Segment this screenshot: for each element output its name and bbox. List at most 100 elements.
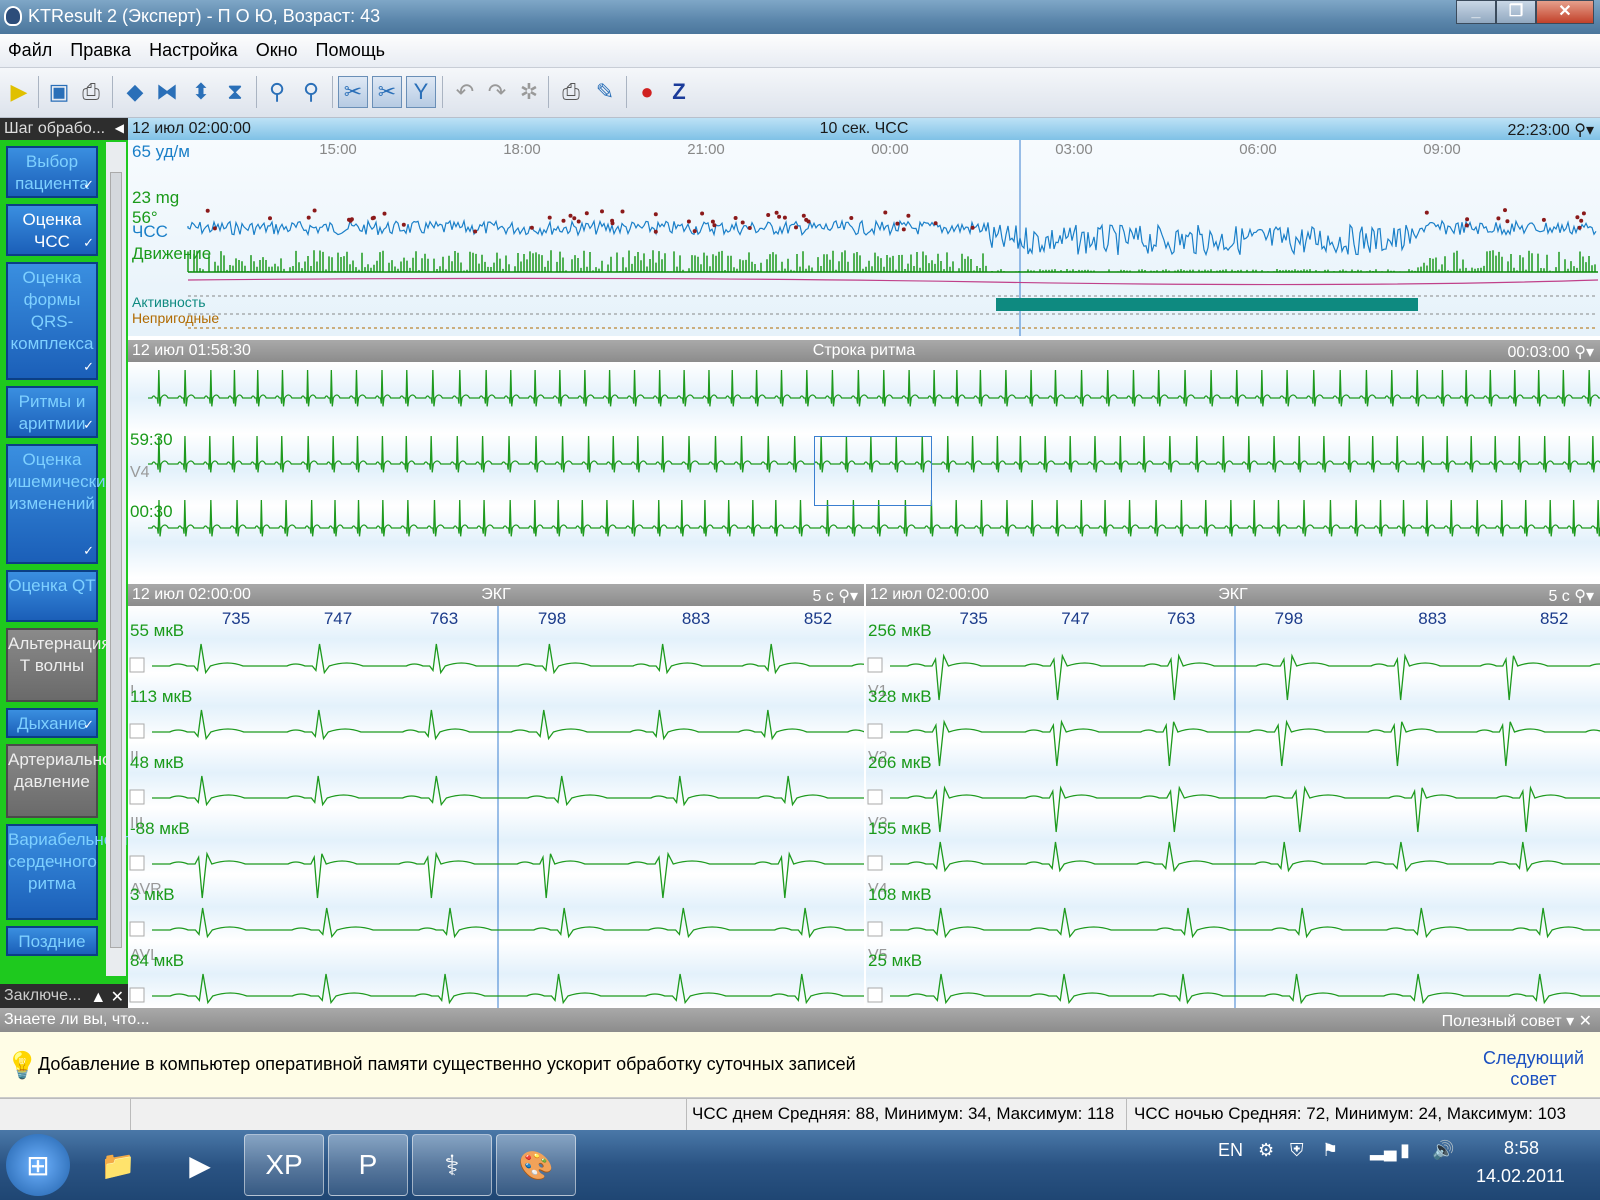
close-icon[interactable]: ▾ ✕ (1566, 1013, 1592, 1030)
volume-icon[interactable]: 🔊 (1432, 1140, 1454, 1161)
powerpoint-icon[interactable]: P (328, 1134, 408, 1196)
step-select-patient[interactable]: Выбор пациента ✓ (6, 146, 98, 198)
minimize-button[interactable]: _ (1456, 0, 1496, 24)
event-marker (801, 213, 806, 218)
status-bar: ЧСС днем Средняя: 88, Минимум: 34, Макси… (0, 1098, 1600, 1131)
step-t-alternans[interactable]: Альтернация Т волны (6, 628, 111, 702)
marker-1-icon[interactable]: ✂ (338, 76, 368, 108)
language-indicator[interactable]: EN (1218, 1140, 1243, 1161)
redo-icon[interactable]: ↷ (482, 76, 512, 108)
signal-icon[interactable]: ▂▄ (1370, 1140, 1397, 1161)
flag-icon[interactable]: ⚑ (1322, 1140, 1338, 1161)
menu-edit[interactable]: Правка (70, 40, 131, 67)
paint-icon[interactable]: 🎨 (496, 1134, 576, 1196)
menu-settings[interactable]: Настройка (149, 40, 238, 67)
check-icon: ✓ (83, 717, 94, 732)
event-marker (1581, 211, 1586, 216)
z-button[interactable]: Z (664, 76, 694, 108)
event-marker (901, 227, 906, 232)
zoom-icon[interactable]: ⚲▾ (1574, 588, 1594, 605)
menu-help[interactable]: Помощь (316, 40, 386, 67)
app-window: KTResult 2 (Эксперт) - П О Ю, Возраст: 4… (0, 0, 1600, 1200)
rhythm-start: 12 июл 01:58:30 (132, 342, 251, 359)
report-icon[interactable]: ✎ (590, 76, 620, 108)
event-marker (1424, 210, 1429, 215)
scroll-horizontal-icon[interactable]: ◆ (120, 76, 150, 108)
network-icon[interactable]: ⚙ (1258, 1140, 1274, 1161)
trend-end: 22:23:00 (1507, 122, 1570, 139)
tip-bar: Знаете ли вы, что... Полезный совет ▾ ✕ (0, 1008, 1600, 1032)
rhythm-strip[interactable]: 59:30 V4 00:30 (128, 362, 1600, 580)
ecg-right-panel[interactable]: 735 747 763 798 883 852 256 мкВ V1 328 мкВ V2 206 … (866, 606, 1600, 1008)
event-marker (1505, 219, 1510, 224)
menu-file[interactable]: Файл (8, 40, 52, 67)
step-blood-pressure[interactable]: Артериальное давление (6, 744, 121, 818)
temp-trend (187, 277, 1599, 286)
menu-window[interactable]: Окно (256, 40, 298, 67)
lead-amplitude: 48 мкВ (130, 753, 184, 772)
preview-icon[interactable]: ⎙ (76, 76, 106, 108)
lead-amplitude: 108 мкВ (868, 885, 932, 904)
step-qt[interactable]: Оценка QT (6, 570, 98, 622)
zoom-icon[interactable]: ⚲▾ (838, 588, 858, 605)
selection-box[interactable] (814, 436, 932, 506)
maximize-button[interactable]: ❐ (1496, 0, 1536, 24)
event-marker (686, 219, 691, 224)
event-marker (1464, 223, 1469, 228)
lead-checkbox (129, 723, 145, 739)
start-button[interactable]: ⊞ (6, 1134, 70, 1196)
step-rhythms[interactable]: Ритмы и аритмии ✓ (6, 386, 98, 438)
zoom-icon[interactable]: ⚲▾ (1574, 122, 1594, 139)
mg-label: 23 mg (132, 188, 180, 207)
marker-2-icon[interactable]: ✂ (372, 76, 402, 108)
close-button[interactable]: ✕ (1536, 0, 1594, 24)
event-marker (610, 221, 615, 226)
shield-icon[interactable]: ⛨ (1290, 1140, 1304, 1161)
event-marker (584, 211, 589, 216)
print-icon[interactable]: ⎙ (556, 76, 586, 108)
collapse-icon[interactable]: ◀ (115, 121, 124, 135)
conclusion-panel-header[interactable]: Заключе... ▲ ✕ (0, 984, 128, 1008)
event-marker (710, 219, 715, 224)
rr-interval-label: 883 (682, 609, 710, 628)
filter-1-icon[interactable]: ⚲ (262, 76, 292, 108)
power-icon[interactable]: ▮ (1400, 1140, 1410, 1161)
event-marker (568, 213, 573, 218)
media-player-icon[interactable]: ▶ (160, 1134, 240, 1196)
zoom-icon[interactable]: ⚲▾ (1574, 344, 1594, 361)
step-hrv[interactable]: Вариабельность сердечного ритма (6, 824, 138, 920)
filter-2-icon[interactable]: ⚲ (296, 76, 326, 108)
record-icon[interactable]: ● (632, 76, 662, 108)
explorer-icon[interactable]: 📁 (78, 1134, 158, 1196)
save-icon[interactable]: ▣ (44, 76, 74, 108)
ecg-right-header: 12 июл 02:00:00 ЭКГ 5 с ⚲▾ (866, 584, 1600, 606)
step-scrollbar[interactable] (106, 142, 126, 976)
ecg-trace (152, 775, 864, 807)
tip-box: 💡 Добавление в компьютер оперативной пам… (0, 1032, 1600, 1098)
fit-horizontal-icon[interactable]: ⧓ (152, 76, 182, 108)
scroll-vertical-icon[interactable]: ⬍ (186, 76, 216, 108)
event-marker (1541, 217, 1546, 222)
ecg-left-panel[interactable]: 735 747 763 798 883 852 55 мкВ I 113 мкВ II 48 мкВ… (128, 606, 864, 1008)
next-tip-link[interactable]: Следующий совет (1483, 1048, 1584, 1090)
play-icon[interactable]: ▶ (4, 76, 34, 108)
trend-header: 10 сек. ЧСС 12 июл 02:00:00 22:23:00 ⚲▾ (128, 118, 1600, 140)
marker-3-icon[interactable]: Y (406, 76, 436, 108)
step-hr[interactable]: Оценка ЧСС ✓ (6, 204, 98, 256)
step-breathing[interactable]: Дыхание ✓ (6, 708, 98, 738)
lead-checkbox (867, 723, 883, 739)
check-icon: ✓ (83, 359, 94, 374)
step-late[interactable]: Поздние (6, 926, 98, 956)
fit-vertical-icon[interactable]: ⧗ (220, 76, 250, 108)
tools-icon[interactable]: ✲ (514, 76, 544, 108)
xp-mode-icon[interactable]: XP (244, 1134, 324, 1196)
lead-amplitude: -88 мкВ (130, 819, 190, 838)
trend-chart[interactable]: 15:00 18:00 21:00 00:00 03:00 06:00 09:00 65 у… (128, 140, 1600, 336)
clock-time[interactable]: 8:58 (1504, 1138, 1539, 1159)
check-icon: ✓ (83, 177, 94, 192)
clock-date[interactable]: 14.02.2011 (1476, 1166, 1565, 1187)
step-qrs[interactable]: Оценка формы QRS-комплекса ✓ (6, 262, 98, 380)
undo-icon[interactable]: ↶ (450, 76, 480, 108)
ktresult-icon[interactable]: ⚕ (412, 1134, 492, 1196)
step-ischemia[interactable]: Оценка ишемических изменений ✓ (6, 444, 114, 564)
